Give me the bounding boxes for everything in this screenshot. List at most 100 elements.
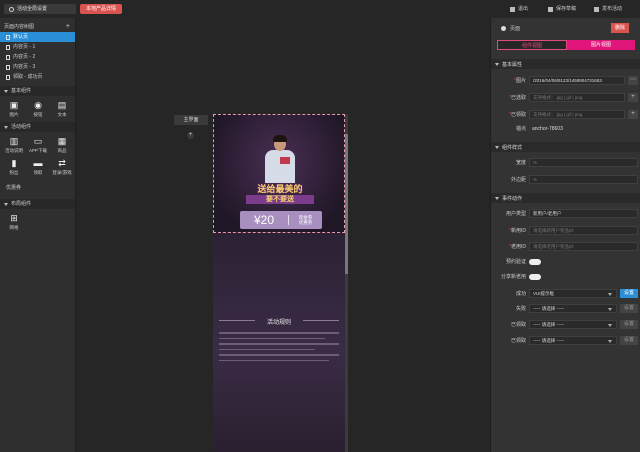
gift-box bbox=[280, 157, 290, 164]
page-item-content-3[interactable]: 内容页 - 3 bbox=[0, 62, 75, 72]
radio-button[interactable] bbox=[501, 25, 506, 31]
coupon-component-label[interactable]: 优惠券 bbox=[0, 180, 75, 195]
main-page-button[interactable]: 主界面 bbox=[174, 115, 208, 125]
preview-scrollbar[interactable] bbox=[345, 114, 348, 452]
component-label: 文本 bbox=[57, 112, 67, 117]
success-label: 成功 bbox=[515, 291, 526, 297]
scrollbar-thumb[interactable] bbox=[345, 134, 348, 274]
event-header[interactable]: 事件动作 bbox=[491, 193, 640, 203]
got-label: 已领取 bbox=[510, 322, 526, 328]
verify-toggle[interactable] bbox=[529, 258, 541, 265]
verify-row: 预约验证 bbox=[491, 258, 640, 265]
component-button[interactable]: ◉ 按钮 bbox=[26, 100, 50, 118]
width-label: 宽度 bbox=[515, 160, 526, 166]
person-body bbox=[265, 150, 295, 183]
basic-props-header[interactable]: 基本属性 bbox=[491, 59, 640, 69]
chevron-down-icon bbox=[608, 308, 612, 311]
got-select-value: ----- 请选择 ----- bbox=[533, 322, 564, 327]
success-select-value: VUI提示框 bbox=[533, 291, 555, 296]
got-row: 已领取 ----- 请选择 ----- 设置 bbox=[491, 320, 640, 329]
layout-components-header[interactable]: 布局组件 bbox=[0, 199, 75, 209]
add-page-button[interactable]: + bbox=[187, 132, 194, 139]
banner-person-image bbox=[264, 135, 296, 183]
selected-add-button[interactable]: + bbox=[628, 93, 638, 102]
chevron-down-icon bbox=[608, 340, 612, 343]
success-row: 成功 VUI提示框 设置 bbox=[491, 289, 640, 298]
component-login[interactable]: ⇄ 登录/游戏 bbox=[50, 158, 74, 176]
coupon-amount: ¥20 bbox=[253, 213, 275, 227]
got2-select[interactable]: ----- 请选择 ----- bbox=[529, 336, 617, 345]
receive-icon: ▬ bbox=[33, 158, 43, 168]
page-item-success[interactable]: 领取 - 成功页 bbox=[0, 72, 75, 82]
publish-button[interactable]: 发布活动 bbox=[594, 4, 622, 14]
save-draft-label: 保存草稿 bbox=[556, 6, 577, 12]
new-id-row: *新用ID 请选择新用户奖品ID bbox=[491, 226, 640, 235]
collapse-icon bbox=[495, 145, 499, 149]
page-icon bbox=[6, 54, 10, 60]
received-add-button[interactable]: + bbox=[628, 110, 638, 119]
page-icon bbox=[6, 64, 10, 70]
fail-set-button[interactable]: 设置 bbox=[620, 304, 638, 313]
component-fans[interactable]: ▮ 粉丝 bbox=[2, 158, 26, 176]
new-id-input[interactable]: 请选择新用户奖品ID bbox=[529, 226, 638, 235]
margin-input[interactable]: % bbox=[529, 175, 638, 184]
component-app-download[interactable]: ▭ APP下载 bbox=[26, 136, 50, 154]
coupon-card: ¥20 现金券 优惠券 bbox=[240, 211, 322, 229]
component-receive[interactable]: ▬ 领取 bbox=[26, 158, 50, 176]
basic-components-header[interactable]: 基本组件 bbox=[0, 86, 75, 96]
tab-component-view[interactable]: 组件视图 bbox=[497, 40, 567, 50]
exit-label: 退出 bbox=[518, 6, 529, 12]
coupon-note: 现金券 优惠券 bbox=[288, 215, 322, 225]
page-item-default[interactable]: 默认页 bbox=[0, 32, 75, 42]
share-toggle[interactable] bbox=[529, 273, 541, 280]
old-id-input[interactable]: 请选择老用户奖品ID bbox=[529, 242, 638, 251]
page-item-label: 内容页 - 1 bbox=[13, 44, 36, 50]
received-image-input[interactable]: 支持格式：.jpg | gif | png bbox=[529, 110, 625, 119]
image-path-input[interactable]: /2016/04/06/9123/1459904731683 bbox=[529, 76, 625, 85]
selected-image-input[interactable]: 支持格式：.jpg | gif | png bbox=[529, 93, 625, 102]
page-item-content-1[interactable]: 内容页 - 1 bbox=[0, 42, 75, 52]
basic-props-label: 基本属性 bbox=[502, 61, 523, 68]
component-grid[interactable]: ⊞ 网格 bbox=[2, 213, 26, 231]
exit-button[interactable]: 退出 bbox=[510, 4, 528, 14]
chevron-down-icon bbox=[608, 293, 612, 296]
page-item-label: 默认页 bbox=[13, 34, 29, 40]
activity-components-header[interactable]: 活动组件 bbox=[0, 122, 75, 132]
tab-image-view[interactable]: 图片视图 bbox=[567, 40, 635, 50]
got2-set-button[interactable]: 设置 bbox=[620, 336, 638, 345]
style-header[interactable]: 组件样式 bbox=[491, 142, 640, 152]
image-row: *图片 /2016/04/06/9123/1459904731683 ⋯ bbox=[491, 76, 640, 85]
width-input[interactable]: % bbox=[529, 158, 638, 167]
person-hair bbox=[273, 135, 287, 142]
component-label: 网格 bbox=[9, 225, 19, 230]
delete-button[interactable]: 删除 bbox=[611, 23, 629, 33]
old-id-label-text: 老用ID bbox=[510, 244, 526, 250]
component-activity-desc[interactable]: ▥ 活动说明 bbox=[2, 136, 26, 154]
page-item-content-2[interactable]: 内容页 - 2 bbox=[0, 52, 75, 62]
global-settings-button[interactable]: 活动全局设置 bbox=[4, 4, 76, 14]
save-draft-button[interactable]: 保存草稿 bbox=[548, 4, 576, 14]
component-goods[interactable]: ▦ 商品 bbox=[50, 136, 74, 154]
design-canvas[interactable]: 主界面 + 送给最美的 要不要送 ¥20 现金券 优惠券 活动规则 bbox=[76, 18, 490, 452]
success-select[interactable]: VUI提示框 bbox=[529, 289, 617, 298]
got-set-button[interactable]: 设置 bbox=[620, 320, 638, 329]
component-image[interactable]: ▣ 图片 bbox=[2, 100, 26, 118]
new-id-label: *新用ID bbox=[509, 228, 526, 234]
activity-components-label: 活动组件 bbox=[11, 124, 32, 130]
layout-components-grid: ⊞ 网格 bbox=[0, 209, 75, 235]
got-select[interactable]: ----- 请选择 ----- bbox=[529, 320, 617, 329]
selected-label-text: 已选取 bbox=[510, 95, 526, 101]
user-type-select[interactable]: 新用户/老用户 bbox=[529, 209, 638, 218]
grid-icon: ⊞ bbox=[10, 213, 18, 223]
success-set-button[interactable]: 设置 bbox=[620, 289, 638, 298]
rule-line bbox=[219, 348, 315, 350]
selected-banner-image[interactable]: 送给最美的 要不要送 ¥20 现金券 优惠券 bbox=[213, 114, 345, 233]
fail-select[interactable]: ----- 请选择 ----- bbox=[529, 304, 617, 313]
preview-tag-button[interactable]: 本地产品详情 bbox=[80, 4, 122, 14]
component-text[interactable]: ▤ 文本 bbox=[50, 100, 74, 118]
exit-icon bbox=[510, 6, 515, 12]
add-page-icon[interactable]: + bbox=[66, 22, 70, 32]
style-label: 组件样式 bbox=[502, 144, 523, 151]
rule-line bbox=[219, 343, 339, 345]
image-options-button[interactable]: ⋯ bbox=[628, 76, 638, 85]
